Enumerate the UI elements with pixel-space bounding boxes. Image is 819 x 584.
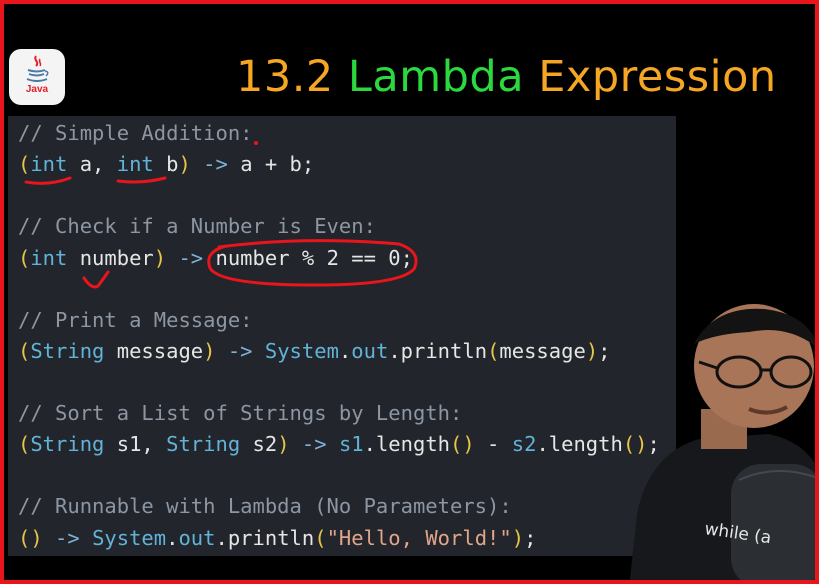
code-token: -> [42, 526, 93, 550]
code-line-6: (String message) -> System.out.println(m… [18, 339, 611, 363]
code-token: s1, [104, 432, 167, 456]
code-token: String [30, 339, 105, 363]
comment: // Runnable with Lambda (No Parameters): [18, 494, 512, 518]
code-token: s2 [511, 432, 537, 456]
code-token: .println [388, 339, 488, 363]
presenter-video: while (a [629, 304, 815, 580]
code-line-9: // Runnable with Lambda (No Parameters): [18, 494, 512, 518]
comment: // Simple Addition: [18, 121, 253, 145]
code-token: String [30, 432, 105, 456]
code-token: .length [363, 432, 451, 456]
code-token: () [18, 526, 43, 550]
code-panel: // Simple Addition: (int a, int b) -> a … [8, 116, 676, 556]
comment: // Sort a List of Strings by Length: [18, 401, 463, 425]
title-word-lambda: Lambda [347, 52, 525, 102]
code-token: () [450, 432, 475, 456]
code-token: ( [18, 432, 31, 456]
code-token: .length [536, 432, 623, 456]
code-token: System [92, 526, 167, 550]
code-line-7: // Sort a List of Strings by Length: [18, 401, 462, 425]
code-token: "Hello, World!" [326, 526, 512, 550]
code-token: -> [215, 339, 265, 363]
code-token: number % 2 == 0; [215, 246, 413, 270]
code-token: ( [487, 339, 500, 363]
code-token: .println [215, 526, 315, 550]
code-line-3: // Check if a Number is Even: [18, 214, 376, 238]
comment: // Print a Message: [18, 308, 253, 332]
comment: // Check if a Number is Even: [18, 214, 376, 238]
code-token: out [178, 526, 216, 550]
slide-title: 13.2 Lambda Expression [236, 52, 777, 102]
code-token: ( [18, 339, 31, 363]
title-number: 13.2 [236, 52, 334, 102]
code-token: ) [511, 526, 525, 550]
code-token: message [104, 339, 204, 363]
code-token: ) [585, 339, 599, 363]
code-token: -> [166, 246, 216, 270]
code-line-2: (int a, int b) -> a + b; [18, 152, 314, 176]
title-word-expression: Expression [538, 52, 777, 102]
code-line-8: (String s1, String s2) -> s1.length() - … [18, 432, 660, 456]
code-token: out [351, 339, 389, 363]
code-token: ( [314, 526, 327, 550]
code-token: message [499, 339, 586, 363]
java-logo-label: Java [25, 84, 49, 95]
code-token: -> [289, 432, 339, 456]
code-token: int [30, 246, 68, 270]
code-token: b [153, 152, 179, 176]
code-token: a, [67, 152, 117, 176]
code-line-4: (int number) -> number % 2 == 0; [18, 246, 413, 270]
code-line-1: // Simple Addition: [18, 121, 253, 145]
code-token: ; [598, 339, 611, 363]
code-token: -> [190, 152, 241, 176]
code-token: String [166, 432, 241, 456]
code-token: s1 [338, 432, 364, 456]
code-token: ) [277, 432, 290, 456]
code-token: s2 [240, 432, 278, 456]
code-token: ) [203, 339, 216, 363]
code-token: ) [153, 246, 167, 270]
code-token: . [166, 526, 179, 550]
video-frame: Java 13.2 Lambda Expression // Simple Ad… [0, 0, 819, 584]
code-token: number [67, 246, 154, 270]
code-token: ) [178, 152, 191, 176]
code-token: a + b; [240, 152, 315, 176]
code-token: System [264, 339, 339, 363]
code-token: . [338, 339, 352, 363]
code-token: ( [18, 246, 31, 270]
code-token: int [30, 152, 68, 176]
coffee-cup-icon [26, 55, 49, 82]
java-logo: Java [9, 49, 65, 105]
code-token: ; [524, 526, 537, 550]
code-token: - [474, 432, 512, 456]
code-line-5: // Print a Message: [18, 308, 253, 332]
code-token: ( [18, 152, 31, 176]
code-token: int [116, 152, 154, 176]
code-line-10: () -> System.out.println("Hello, World!"… [18, 526, 536, 550]
